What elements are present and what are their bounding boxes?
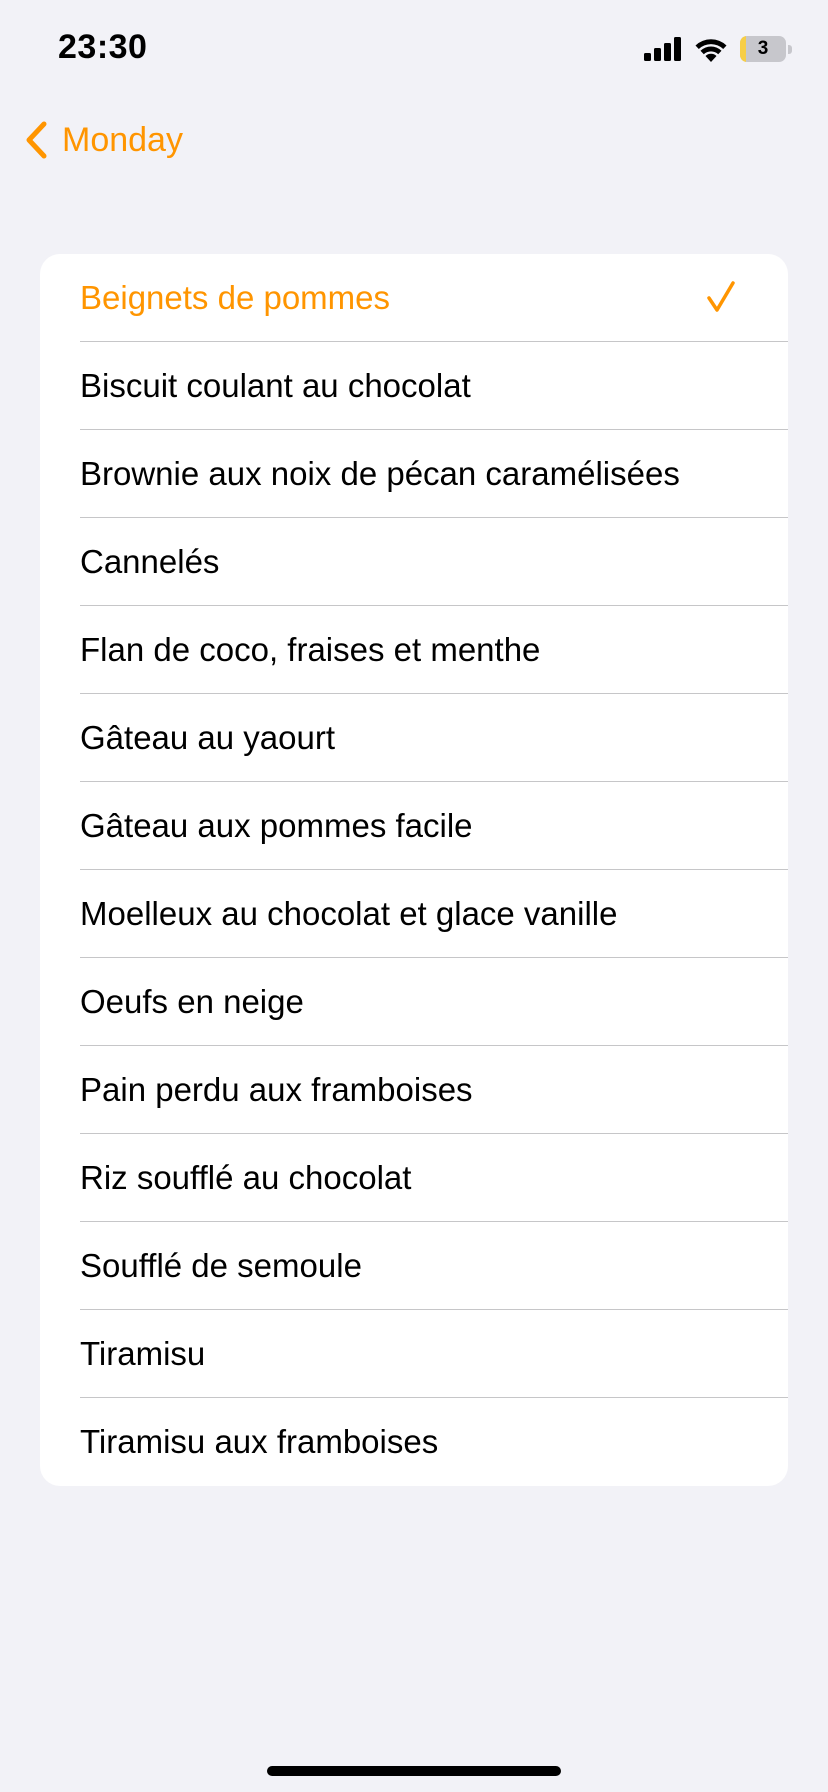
list-item-label: Riz soufflé au chocolat xyxy=(80,1159,412,1196)
list-item-label: Tiramisu aux framboises xyxy=(80,1423,439,1460)
battery-level: 3 xyxy=(757,38,769,59)
list-item-label: Beignets de pommes xyxy=(80,279,391,316)
battery-icon: 3 xyxy=(740,36,792,62)
list-item-label: Pain perdu aux framboises xyxy=(80,1071,473,1108)
list-item[interactable]: Gâteau au yaourt xyxy=(40,694,788,782)
cellular-signal-icon xyxy=(644,37,681,61)
list-item[interactable]: Soufflé de semoule xyxy=(40,1222,788,1310)
list-item-label: Moelleux au chocolat et glace vanille xyxy=(80,895,618,932)
list-item-label: Brownie aux noix de pécan caramélisées xyxy=(80,455,680,492)
checkmark-icon xyxy=(707,281,735,312)
list-item[interactable]: Biscuit coulant au chocolat xyxy=(40,342,788,430)
list-item[interactable]: Flan de coco, fraises et menthe xyxy=(40,606,788,694)
status-bar: 23:30 3 xyxy=(0,0,828,100)
list-item[interactable]: Tiramisu aux framboises xyxy=(40,1398,788,1486)
list-item[interactable]: Tiramisu xyxy=(40,1310,788,1398)
list-item[interactable]: Brownie aux noix de pécan caramélisées xyxy=(40,430,788,518)
list-item-label: Oeufs en neige xyxy=(80,983,304,1020)
wifi-icon xyxy=(695,38,727,62)
list-item-label: Biscuit coulant au chocolat xyxy=(80,367,471,404)
status-time: 23:30 xyxy=(58,28,148,66)
chevron-left-icon xyxy=(26,121,47,159)
list-item-label: Gâteau au yaourt xyxy=(80,719,336,756)
list-item[interactable]: Oeufs en neige xyxy=(40,958,788,1046)
list-item-label: Cannelés xyxy=(80,543,220,580)
back-button-label: Monday xyxy=(62,121,183,159)
list-item-label: Soufflé de semoule xyxy=(80,1247,362,1284)
list-item-label: Tiramisu xyxy=(80,1335,206,1372)
dessert-list: Beignets de pommes Biscuit coulant au ch… xyxy=(40,254,788,1486)
status-icons: 3 xyxy=(644,34,792,64)
list-item[interactable]: Pain perdu aux framboises xyxy=(40,1046,788,1134)
list-item-label: Flan de coco, fraises et menthe xyxy=(80,631,541,668)
list-item[interactable]: Moelleux au chocolat et glace vanille xyxy=(40,870,788,958)
home-indicator[interactable] xyxy=(267,1766,561,1776)
list-item-label: Gâteau aux pommes facile xyxy=(80,807,473,844)
list-item[interactable]: Gâteau aux pommes facile xyxy=(40,782,788,870)
list-item[interactable]: Beignets de pommes xyxy=(40,254,788,342)
list-item[interactable]: Riz soufflé au chocolat xyxy=(40,1134,788,1222)
back-button[interactable]: Monday xyxy=(24,116,183,164)
list-item[interactable]: Cannelés xyxy=(40,518,788,606)
